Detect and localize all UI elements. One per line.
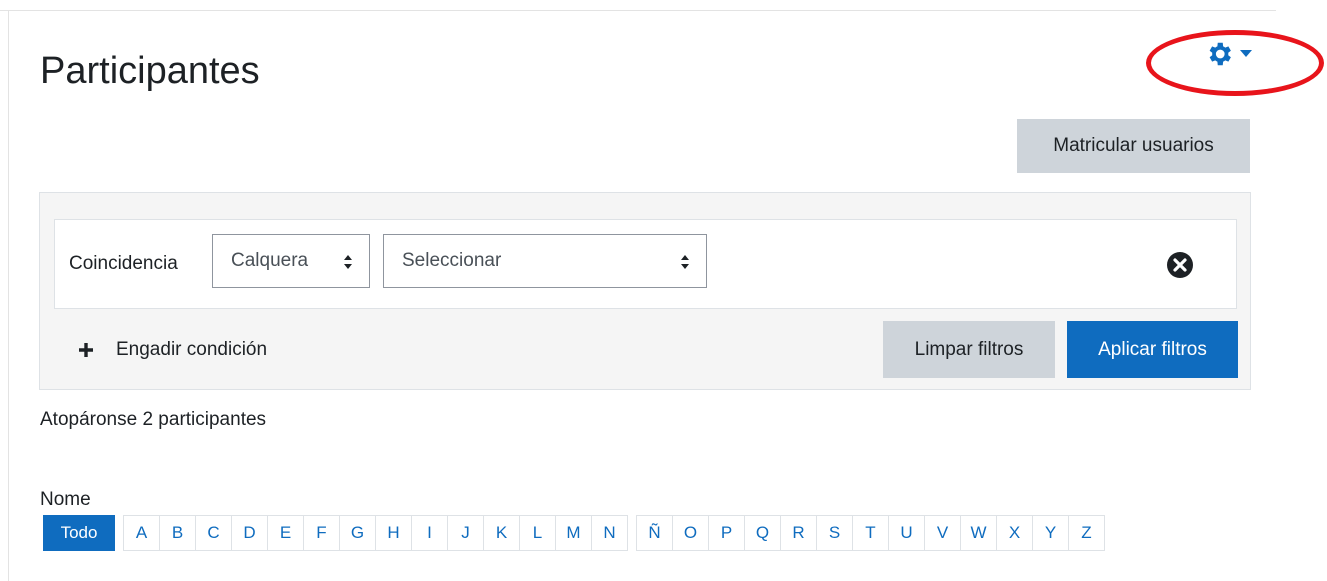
initial-letter-v[interactable]: V — [924, 515, 961, 551]
page-title: Participantes — [40, 50, 260, 92]
remove-condition-icon[interactable] — [1166, 251, 1194, 279]
filter-row: Coincidencia Calquera Seleccionar — [54, 219, 1237, 309]
initial-letter-g[interactable]: G — [339, 515, 376, 551]
initial-letter-enye[interactable]: Ñ — [636, 515, 673, 551]
initial-letter-n[interactable]: N — [591, 515, 628, 551]
initial-letter-k[interactable]: K — [483, 515, 520, 551]
initial-letter-r[interactable]: R — [780, 515, 817, 551]
match-select-value: Calquera — [231, 250, 309, 271]
settings-menu-button[interactable] — [1196, 34, 1260, 74]
clear-filters-button[interactable]: Limpar filtros — [883, 321, 1055, 378]
initial-letter-t[interactable]: T — [852, 515, 889, 551]
add-condition-button[interactable]: Engadir condición — [78, 335, 267, 365]
filter-type-select[interactable]: Seleccionar — [383, 234, 707, 288]
initial-letter-c[interactable]: C — [195, 515, 232, 551]
initial-letter-todo[interactable]: Todo — [43, 515, 115, 551]
sort-caret-icon — [344, 255, 352, 269]
initial-letter-i[interactable]: I — [411, 515, 448, 551]
initial-letter-x[interactable]: X — [996, 515, 1033, 551]
initials-bar-label: Nome — [40, 489, 91, 510]
initial-letter-y[interactable]: Y — [1032, 515, 1069, 551]
initial-letter-f[interactable]: F — [303, 515, 340, 551]
enrol-users-button[interactable]: Matricular usuarios — [1017, 119, 1250, 173]
initial-letter-w[interactable]: W — [960, 515, 997, 551]
initial-letter-p[interactable]: P — [708, 515, 745, 551]
match-select[interactable]: Calquera — [212, 234, 370, 288]
initial-letter-d[interactable]: D — [231, 515, 268, 551]
initial-letter-m[interactable]: M — [555, 515, 592, 551]
participant-count: Atopáronse 2 participantes — [40, 409, 267, 430]
initial-letter-b[interactable]: B — [159, 515, 196, 551]
filter-type-value: Seleccionar — [402, 250, 502, 271]
initial-letter-z[interactable]: Z — [1068, 515, 1105, 551]
initial-letter-e[interactable]: E — [267, 515, 304, 551]
initial-letter-s[interactable]: S — [816, 515, 853, 551]
sort-caret-icon — [681, 255, 689, 269]
participants-page: Participantes Matricular usuarios Coinci… — [0, 0, 1327, 581]
apply-filters-button[interactable]: Aplicar filtros — [1067, 321, 1238, 378]
initial-letter-l[interactable]: L — [519, 515, 556, 551]
add-condition-label: Engadir condición — [116, 339, 268, 360]
caret-down-icon — [1240, 50, 1252, 57]
match-label: Coincidencia — [69, 253, 178, 274]
initial-letter-a[interactable]: A — [123, 515, 160, 551]
plus-icon — [79, 343, 93, 357]
initial-letter-h[interactable]: H — [375, 515, 412, 551]
initials-bar: Todo A B C D E F G H I J K L M N Ñ O P Q R S T U V W X Y Z — [43, 515, 1105, 551]
filter-panel: Coincidencia Calquera Seleccionar Engadi… — [39, 192, 1251, 390]
initial-letter-j[interactable]: J — [447, 515, 484, 551]
left-divider — [8, 10, 9, 581]
top-divider — [0, 10, 1276, 11]
initial-letter-u[interactable]: U — [888, 515, 925, 551]
gear-icon — [1209, 42, 1231, 66]
initial-letter-o[interactable]: O — [672, 515, 709, 551]
initial-letter-q[interactable]: Q — [744, 515, 781, 551]
